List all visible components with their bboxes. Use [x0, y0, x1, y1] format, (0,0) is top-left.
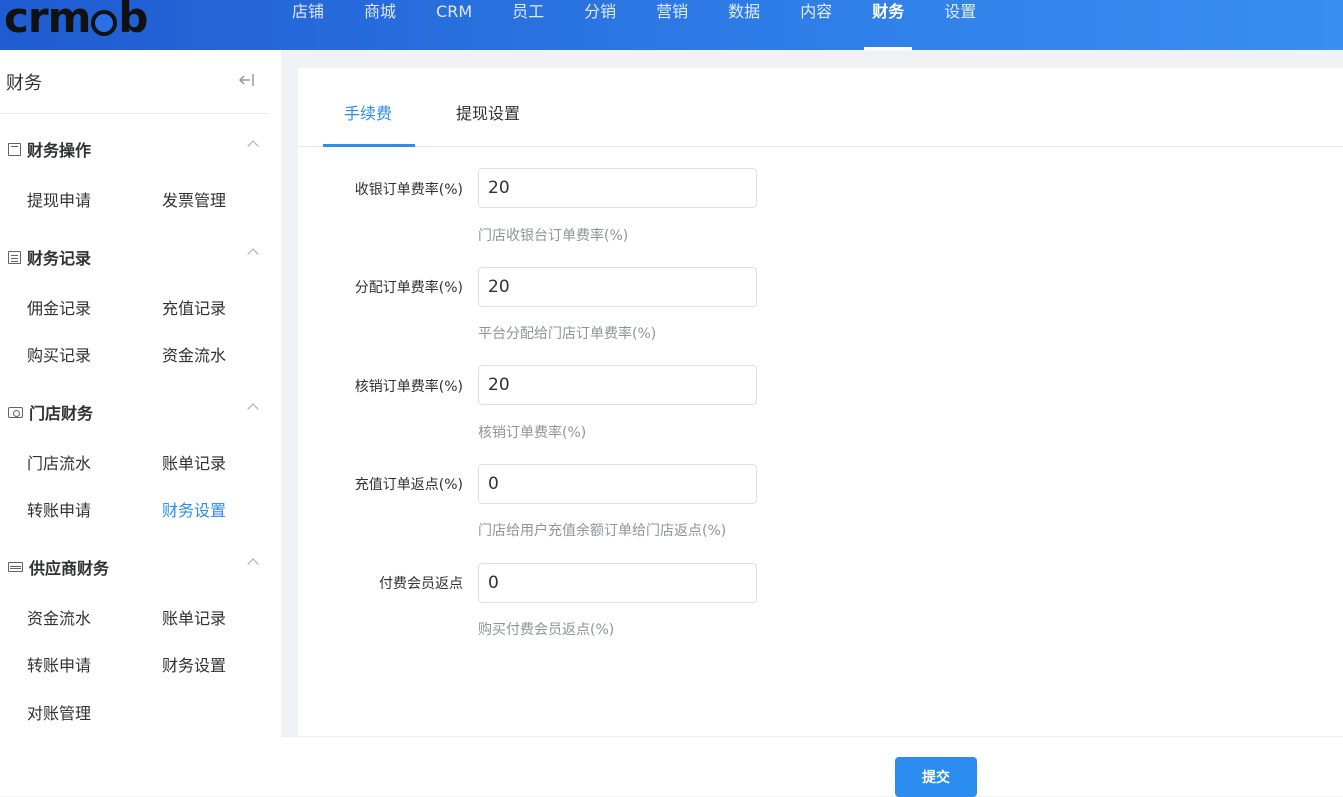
chevron-up-icon [247, 558, 259, 570]
top-nav-item-mall[interactable]: 商城 [344, 0, 416, 50]
sidebar-item-withdraw-request[interactable]: 提现申请 [27, 187, 91, 211]
submit-button[interactable]: 提交 [895, 757, 977, 797]
field-label-cashier-rate: 收银订单费率(%) [354, 182, 463, 198]
top-nav-item-staff[interactable]: 员工 [492, 0, 564, 50]
chevron-up-icon [247, 403, 259, 415]
top-nav-item-finance[interactable]: 财务 [852, 0, 924, 50]
sidebar-title: 财务 [6, 73, 42, 94]
field-help-recharge-rebate: 门店给用户充值余额订单给门店返点(%) [478, 523, 727, 539]
list-icon [8, 250, 21, 264]
sidebar-item-supplier-finance-settings[interactable]: 财务设置 [162, 652, 226, 676]
top-nav: 店铺 商城 CRM 员工 分销 营销 数据 内容 财务 设置 [272, 0, 996, 50]
card-icon [8, 562, 23, 572]
top-nav-item-data[interactable]: 数据 [708, 0, 780, 50]
sidebar-group-supplier-finance[interactable]: 供应商财务 [8, 555, 263, 579]
brand-logo[interactable]: crm b [4, 0, 148, 42]
chevron-up-icon [247, 140, 259, 152]
sidebar-group-label: 供应商财务 [29, 559, 110, 578]
field-label-assign-rate: 分配订单费率(%) [354, 280, 463, 296]
sidebar-group-label: 财务操作 [27, 141, 92, 160]
field-label-member-rebate: 付费会员返点 [379, 576, 463, 592]
verify-rate-input[interactable] [478, 365, 757, 405]
sidebar-item-reconciliation[interactable]: 对账管理 [27, 700, 91, 724]
field-help-assign-rate: 平台分配给门店订单费率(%) [478, 326, 657, 342]
footer-bar: 提交 [281, 736, 1343, 797]
sidebar-item-supplier-fund-flow[interactable]: 资金流水 [27, 605, 91, 629]
tab-fees[interactable]: 手续费 [344, 100, 392, 124]
sidebar-group-store-finance[interactable]: 门店财务 [8, 400, 263, 424]
sidebar-group-label: 门店财务 [29, 404, 94, 423]
member-rebate-input[interactable] [478, 563, 757, 603]
top-nav-item-crm[interactable]: CRM [416, 0, 492, 50]
logo-text-b: b [118, 0, 148, 42]
sidebar-item-supplier-bill-records[interactable]: 账单记录 [162, 605, 226, 629]
sidebar-item-bill-records[interactable]: 账单记录 [162, 450, 226, 474]
chevron-up-icon [247, 248, 259, 260]
tab-bar: 手续费 提现设置 [298, 68, 1343, 147]
logo-text-a: crm [4, 0, 91, 42]
store-icon [8, 406, 23, 418]
document-icon [8, 142, 21, 156]
collapse-left-icon[interactable] [238, 71, 258, 91]
top-nav-item-store[interactable]: 店铺 [272, 0, 344, 50]
field-help-verify-rate: 核销订单费率(%) [478, 425, 587, 441]
field-help-member-rebate: 购买付费会员返点(%) [478, 622, 615, 638]
recharge-rebate-input[interactable] [478, 464, 757, 504]
tab-withdraw-settings[interactable]: 提现设置 [456, 100, 520, 124]
logo-e-mark [91, 10, 118, 36]
cashier-rate-input[interactable] [478, 168, 757, 208]
sidebar: 财务 财务操作 提现申请 发票管理 财务记录 佣金记录 充值记录 购买记录 资金… [0, 50, 281, 796]
top-header: crm b 店铺 商城 CRM 员工 分销 营销 数据 内容 财务 设置 [0, 0, 1343, 50]
sidebar-header: 财务 [0, 50, 268, 114]
main-panel: 手续费 提现设置 收银订单费率(%) 门店收银台订单费率(%) 分配订单费率(%… [298, 68, 1343, 736]
top-nav-item-content[interactable]: 内容 [780, 0, 852, 50]
field-label-recharge-rebate: 充值订单返点(%) [354, 477, 463, 493]
sidebar-item-transfer-request[interactable]: 转账申请 [27, 497, 91, 521]
top-nav-item-distribution[interactable]: 分销 [564, 0, 636, 50]
sidebar-item-fund-flow[interactable]: 资金流水 [162, 342, 226, 366]
assign-rate-input[interactable] [478, 267, 757, 307]
field-help-cashier-rate: 门店收银台订单费率(%) [478, 228, 629, 244]
sidebar-item-finance-settings[interactable]: 财务设置 [162, 497, 226, 521]
collapse-left-icon-svg [239, 74, 254, 86]
sidebar-item-supplier-transfer-request[interactable]: 转账申请 [27, 652, 91, 676]
sidebar-item-commission-records[interactable]: 佣金记录 [27, 295, 91, 319]
sidebar-group-finance-records[interactable]: 财务记录 [8, 245, 263, 269]
sidebar-item-store-flow[interactable]: 门店流水 [27, 450, 91, 474]
sidebar-group-finance-ops[interactable]: 财务操作 [8, 137, 263, 161]
sidebar-item-invoice-management[interactable]: 发票管理 [162, 187, 226, 211]
tab-active-indicator [323, 144, 415, 147]
top-nav-item-marketing[interactable]: 营销 [636, 0, 708, 50]
top-nav-item-settings[interactable]: 设置 [924, 0, 996, 50]
sidebar-item-purchase-records[interactable]: 购买记录 [27, 342, 91, 366]
sidebar-item-recharge-records[interactable]: 充值记录 [162, 295, 226, 319]
sidebar-group-label: 财务记录 [27, 249, 92, 268]
field-label-verify-rate: 核销订单费率(%) [354, 379, 463, 395]
